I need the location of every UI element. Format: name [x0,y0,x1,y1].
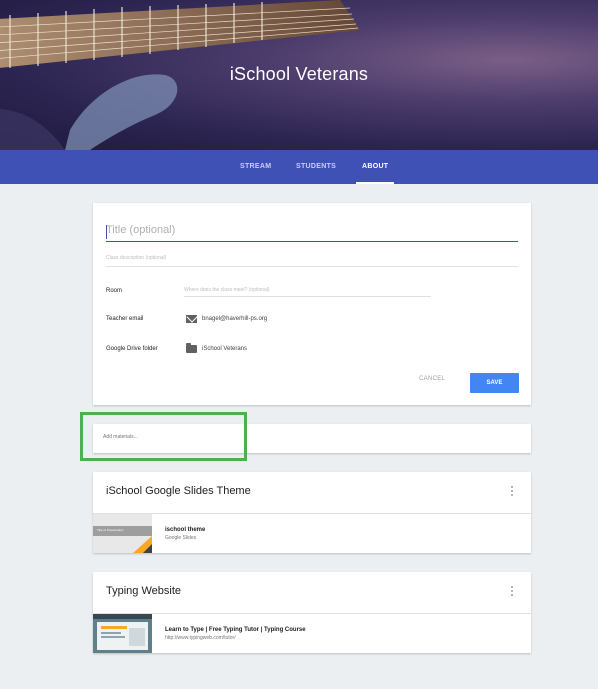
attachment-type: Google Slides [165,535,197,541]
class-title: iSchool Veterans [229,64,369,84]
teacher-email-value[interactable]: bnagel@haverhill-ps.org [202,316,267,322]
post-title[interactable]: Typing Website [106,585,181,597]
folder-icon [186,343,197,353]
mail-icon [186,315,197,323]
slides-thumbnail: Title of Presentation [93,514,152,553]
attachment-row[interactable]: Title of Presentation ischool theme Goog… [93,513,531,553]
attachment-name[interactable]: Learn to Type | Free Typing Tutor | Typi… [165,627,306,633]
more-vert-icon[interactable] [511,586,514,598]
description-input[interactable]: Class description (optional) [106,255,518,267]
more-vert-icon[interactable] [511,486,514,498]
highlight-box [80,412,247,461]
room-label: Room [106,288,123,294]
drive-folder-link[interactable]: iSchool Veterans [202,346,247,352]
post-title[interactable]: iSchool Google Slides Theme [106,485,251,497]
material-post: Typing Website Learn to Type | Free Typi… [93,572,531,653]
cancel-button[interactable]: CANCEL [419,376,445,382]
class-banner: iSchool Veterans [0,0,598,150]
about-card: Title (optional) Class description (opti… [93,203,531,405]
tab-stream[interactable]: STREAM [240,150,271,184]
thumb-label: Title of Presentation [97,528,124,532]
text-caret [106,225,107,239]
tab-about[interactable]: ABOUT [355,150,395,184]
title-input[interactable]: Title (optional) [106,224,518,242]
attachment-name[interactable]: ischool theme [165,527,205,533]
drive-folder-label: Google Drive folder [106,346,158,352]
save-button[interactable]: SAVE [470,373,519,393]
tab-students[interactable]: STUDENTS [296,150,336,184]
tab-bar: STREAM STUDENTS ABOUT [0,150,598,184]
material-post: iSchool Google Slides Theme Title of Pre… [93,472,531,553]
attachment-url: http://www.typingweb.com/tutor/ [165,635,236,641]
teacher-email-label: Teacher email [106,316,144,322]
attachment-row[interactable]: Learn to Type | Free Typing Tutor | Typi… [93,613,531,653]
room-input[interactable]: Where does the class meet? (optional) [184,287,431,297]
website-thumbnail [93,614,152,653]
